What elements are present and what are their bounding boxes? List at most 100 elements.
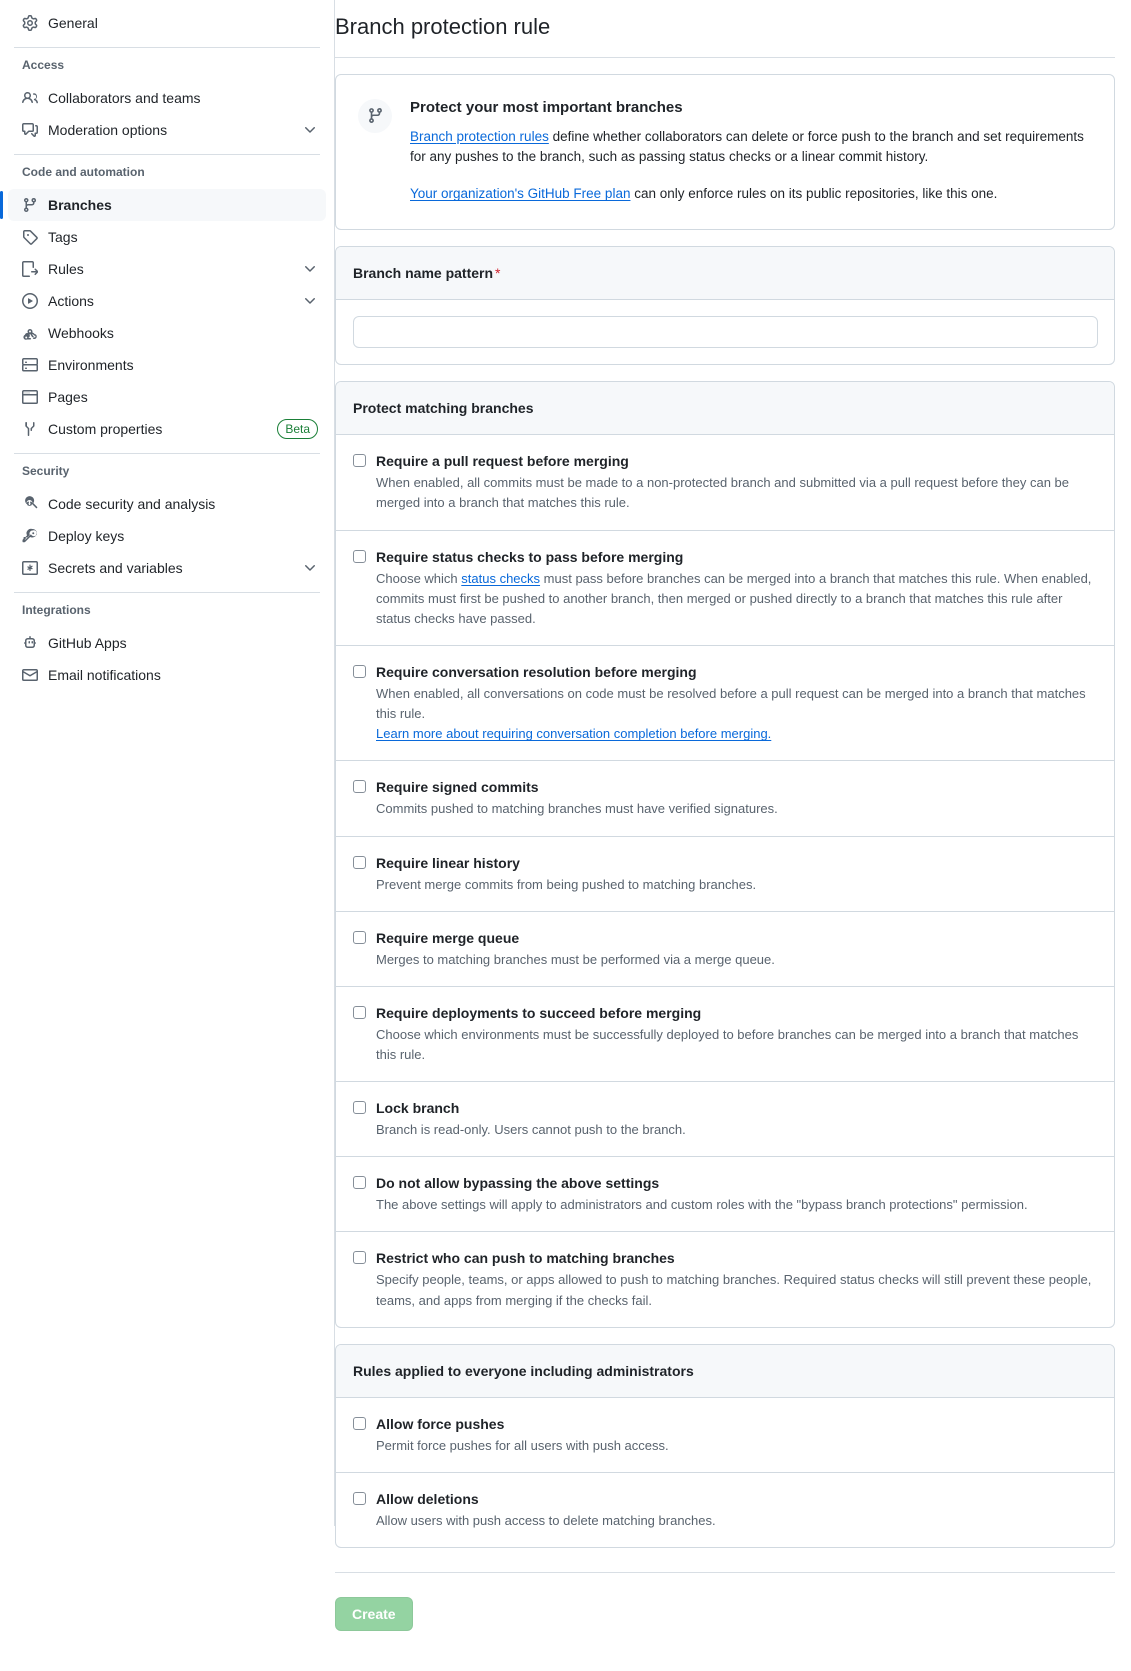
rule-require-deployments: Require deployments to succeed before me… [336,987,1114,1083]
sidebar-item-label: Pages [48,389,88,405]
gear-icon [22,15,38,31]
rule-restrict-who-can-push: Restrict who can push to matching branch… [336,1232,1114,1326]
sidebar-item-deploy-keys[interactable]: Deploy keys [8,520,326,552]
people-icon [22,90,38,106]
rule-require-signed-commits: Require signed commits Commits pushed to… [336,761,1114,837]
sidebar-item-label: Webhooks [48,325,114,341]
status-checks-link[interactable]: status checks [461,571,540,586]
rule-allow-force-pushes: Allow force pushes Permit force pushes f… [336,1398,1114,1473]
sidebar-item-label: Moderation options [48,122,168,138]
callout-title: Protect your most important branches [410,98,683,116]
rule-require-pull-request: Require a pull request before merging Wh… [336,435,1114,531]
sidebar-item-code-security-and-analysis[interactable]: Code security and analysis [8,488,326,520]
sidebar-item-tags[interactable]: Tags [8,221,326,253]
create-button[interactable]: Create [335,1596,413,1631]
rule-title[interactable]: Require conversation resolution before m… [376,662,697,682]
allow-deletions-checkbox[interactable] [353,1491,366,1505]
rule-description: When enabled, all conversations on code … [376,684,1094,744]
rule-description: Commits pushed to matching branches must… [376,801,778,817]
rule-do-not-allow-bypassing: Do not allow bypassing the above setting… [336,1157,1114,1233]
sidebar-group-heading: Access [22,58,65,72]
sidebar-item-rules[interactable]: Rules [8,253,326,285]
sidebar-item-general[interactable]: General [8,7,326,39]
main-content: Branch protection rule Protect your most… [335,0,1131,1671]
rule-require-conversation-resolution: Require conversation resolution before m… [336,646,1114,762]
do-not-allow-bypassing-checkbox[interactable] [353,1176,366,1190]
allow-force-pushes-checkbox[interactable] [353,1416,366,1430]
browser-icon [22,389,38,405]
rule-require-linear-history: Require linear history Prevent merge com… [336,837,1114,912]
sidebar-item-branches[interactable]: Branches [0,189,326,221]
require-deployments-checkbox[interactable] [353,1005,366,1019]
sidebar-item-github-apps[interactable]: GitHub Apps [8,627,326,659]
restrict-who-can-push-checkbox[interactable] [353,1251,366,1265]
learn-more-conversation-link[interactable]: Learn more about requiring conversation … [376,726,771,741]
chevron-down-icon[interactable] [302,261,318,277]
rule-title[interactable]: Allow force pushes [376,1414,504,1434]
webhook-icon [22,325,38,341]
require-conversation-resolution-checkbox[interactable] [353,664,366,678]
settings-sidebar: General Access Collaborators and teams M… [0,0,335,1526]
sidebar-item-email-notifications[interactable]: Email notifications [8,659,326,691]
git-branch-icon [358,98,392,133]
rule-title[interactable]: Allow deletions [376,1489,479,1509]
sidebar-item-label: Rules [48,261,84,277]
sidebar-group-heading: Integrations [22,603,91,617]
rule-title[interactable]: Lock branch [376,1098,459,1118]
protect-matching-branches-header: Protect matching branches [336,382,1114,436]
sidebar-item-label: Environments [48,357,134,373]
sidebar-divider [14,47,320,48]
mail-icon [22,667,38,683]
rule-allow-deletions: Allow deletions Allow users with push ac… [336,1473,1114,1547]
branch-protection-rules-link[interactable]: Branch protection rules [410,129,549,144]
sidebar-item-label: Tags [48,229,78,245]
rule-description: When enabled, all commits must be made t… [376,475,1070,511]
play-icon [22,293,38,309]
git-branch-icon [22,197,38,213]
sidebar-item-environments[interactable]: Environments [8,349,326,381]
rule-description: Allow users with push access to delete m… [376,1512,716,1528]
rule-title[interactable]: Require status checks to pass before mer… [376,547,683,567]
rule-title[interactable]: Restrict who can push to matching branch… [376,1248,675,1268]
rule-description: Prevent merge commits from being pushed … [376,876,757,892]
require-pull-request-checkbox[interactable] [353,454,366,468]
require-signed-commits-checkbox[interactable] [353,780,366,794]
sidebar-item-webhooks[interactable]: Webhooks [8,317,326,349]
branch-name-pattern-input[interactable] [353,316,1098,349]
rule-description: Choose which status checks must pass bef… [376,569,1094,629]
sidebar-item-label: Collaborators and teams [48,90,201,106]
page-title: Branch protection rule [335,13,1115,58]
require-merge-queue-checkbox[interactable] [353,930,366,944]
rule-require-merge-queue: Require merge queue Merges to matching b… [336,912,1114,987]
sidebar-item-actions[interactable]: Actions [8,285,326,317]
lock-branch-checkbox[interactable] [353,1101,366,1115]
chevron-down-icon[interactable] [302,122,318,138]
require-linear-history-checkbox[interactable] [353,855,366,869]
callout-paragraph-2: Your organization's GitHub Free plan can… [410,184,1090,205]
rule-description-pre: Choose which [376,570,462,586]
rule-title[interactable]: Require deployments to succeed before me… [376,1003,701,1023]
rule-title[interactable]: Require a pull request before merging [376,451,629,471]
branch-name-pattern-label: Branch name pattern [353,265,494,282]
github-free-plan-link[interactable]: Your organization's GitHub Free plan [410,186,630,201]
sidebar-item-collaborators-and-teams[interactable]: Collaborators and teams [8,82,326,114]
sidebar-group-heading: Security [22,464,70,478]
codescan-icon [22,496,38,512]
sidebar-divider [14,453,320,454]
chevron-down-icon[interactable] [302,560,318,576]
sidebar-item-secrets-and-variables[interactable]: Secrets and variables [8,552,326,584]
key-icon [22,528,38,544]
sidebar-item-custom-properties[interactable]: Custom properties Beta [8,413,326,445]
rule-title[interactable]: Require signed commits [376,777,539,797]
rule-title[interactable]: Do not allow bypassing the above setting… [376,1173,659,1193]
tools-icon [22,421,38,437]
footer-divider [335,1571,1115,1573]
rule-title[interactable]: Require merge queue [376,928,519,948]
require-status-checks-checkbox[interactable] [353,549,366,563]
chevron-down-icon[interactable] [302,293,318,309]
sidebar-item-moderation-options[interactable]: Moderation options [8,114,326,146]
sidebar-divider [14,154,320,155]
rule-title[interactable]: Require linear history [376,853,520,873]
sidebar-item-pages[interactable]: Pages [8,381,326,413]
admin-rules-header: Rules applied to everyone including admi… [336,1344,1114,1398]
